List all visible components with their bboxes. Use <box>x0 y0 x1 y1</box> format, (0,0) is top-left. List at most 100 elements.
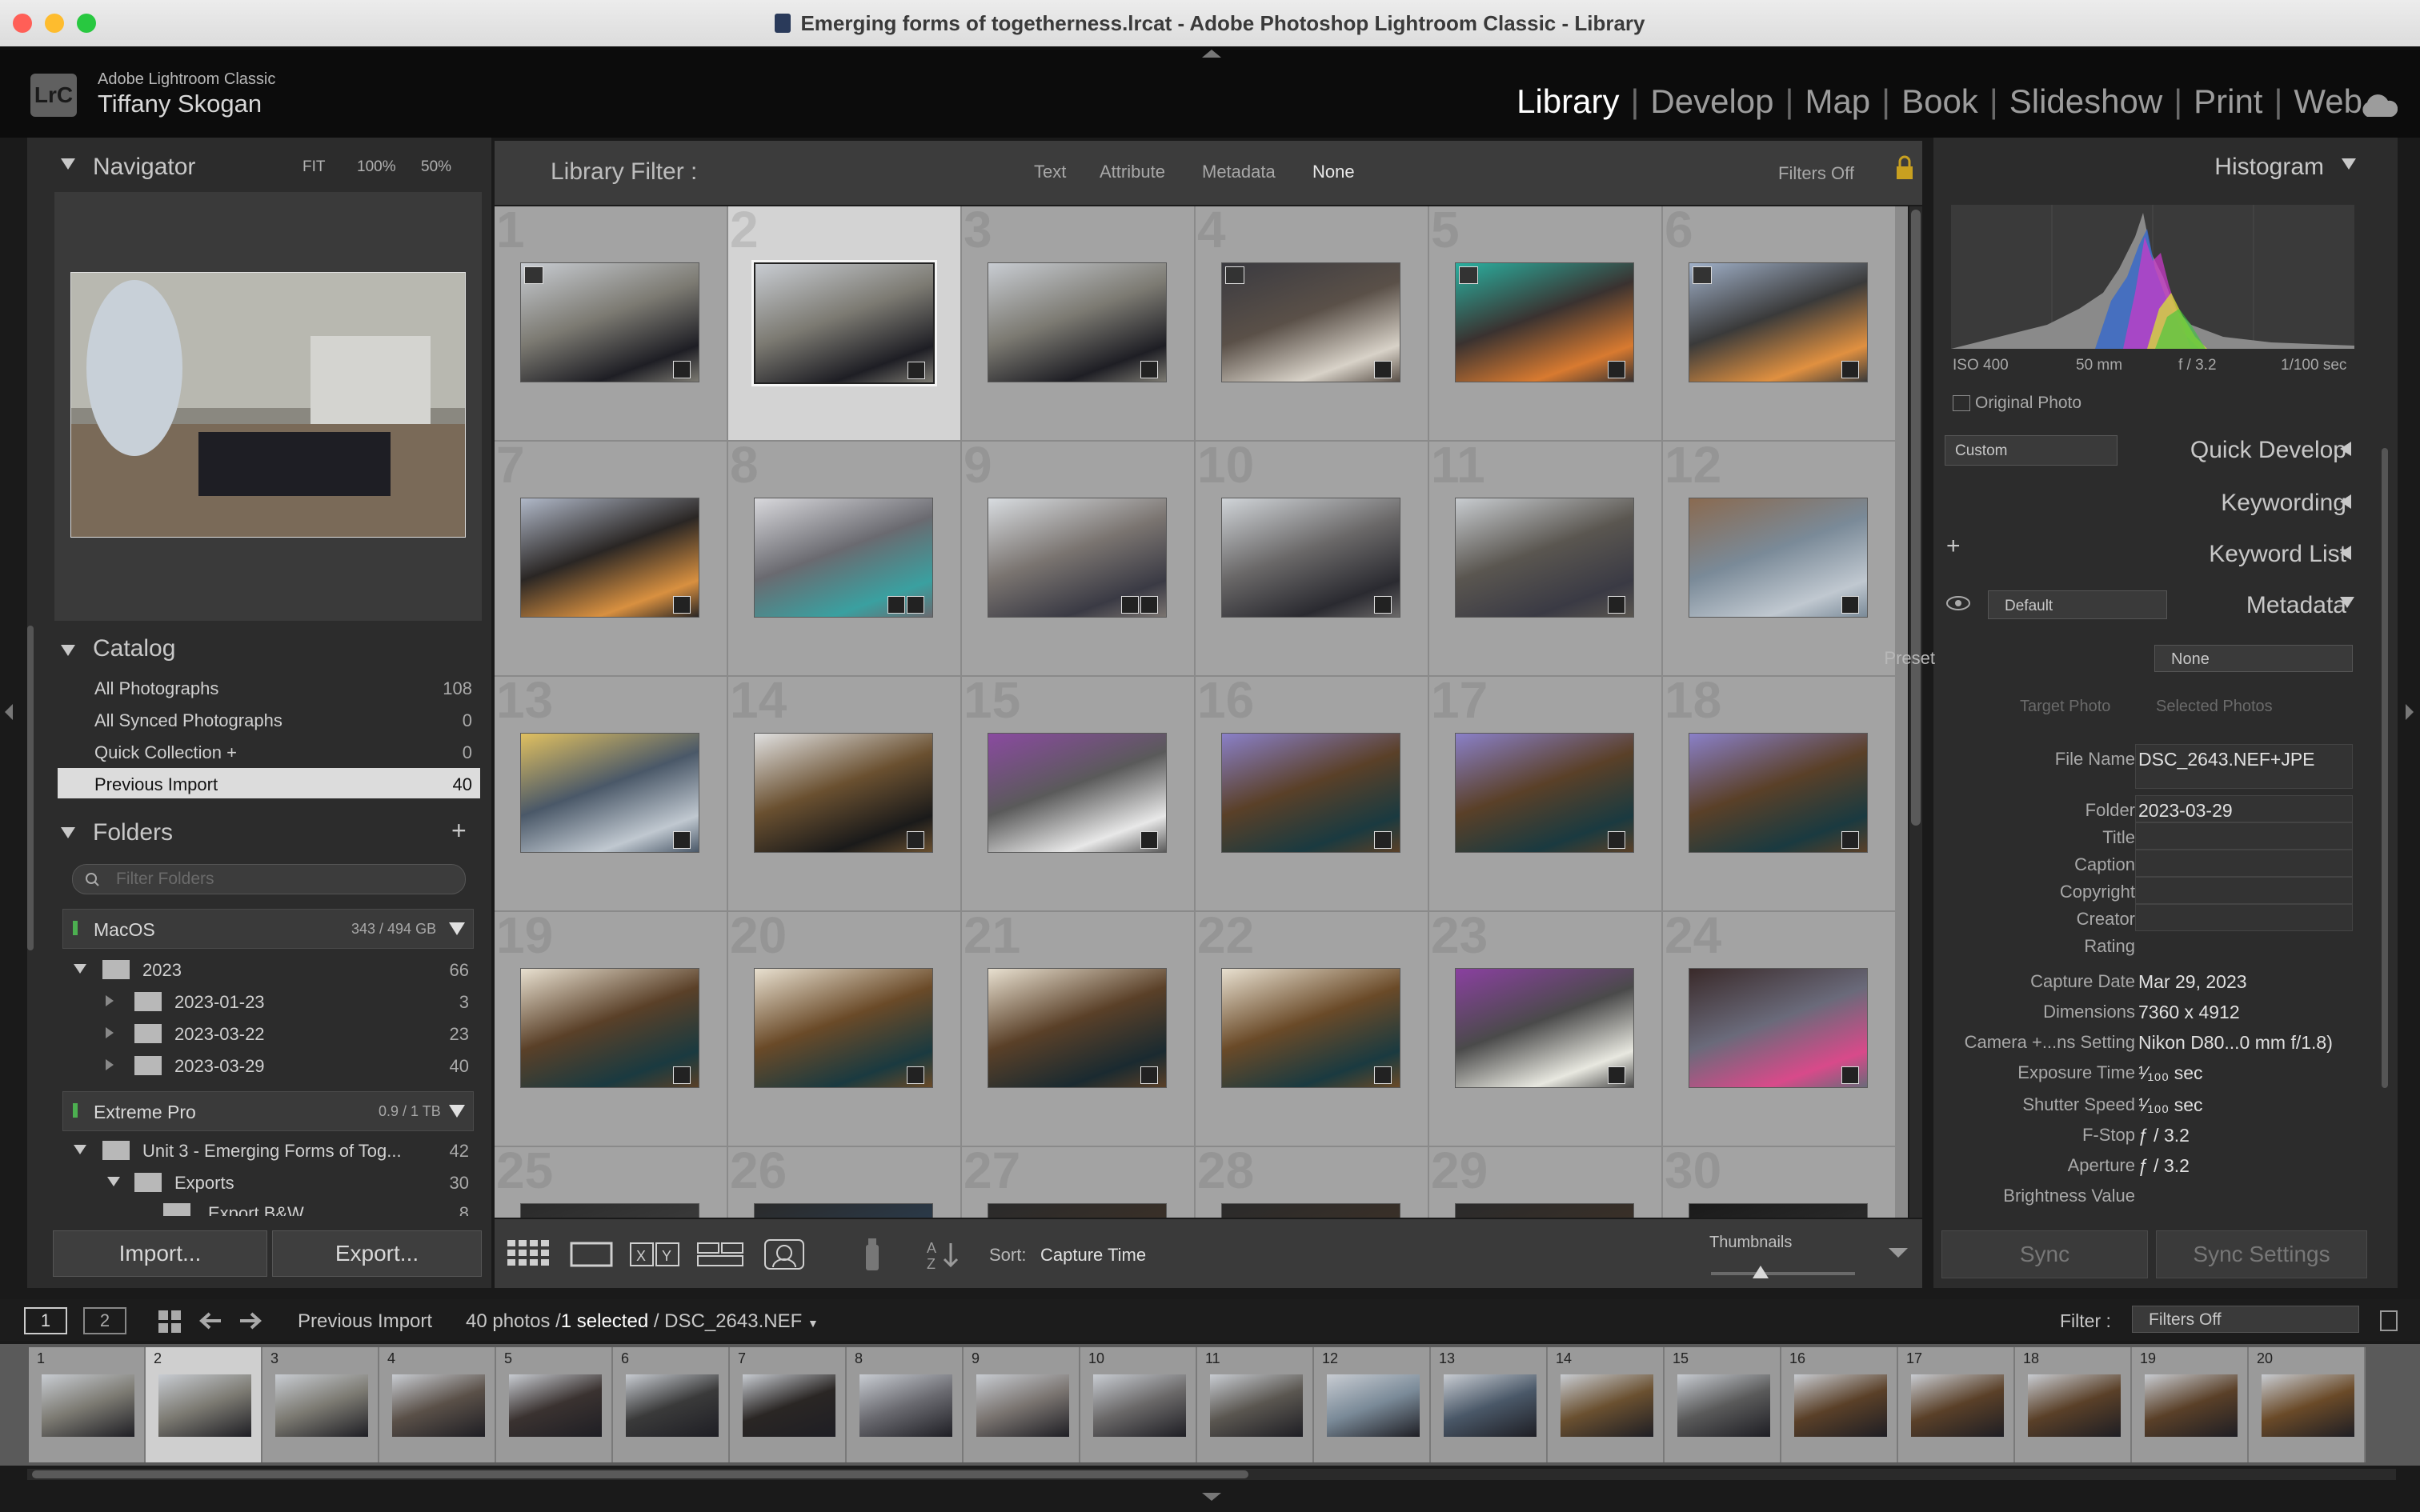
grid-cell[interactable]: 25 <box>495 1147 728 1218</box>
folder-collapsed-icon[interactable] <box>106 1027 114 1038</box>
catalog-item-quick-collection[interactable]: Quick Collection + 0 <box>58 736 480 766</box>
grid-cell[interactable]: 12 <box>1663 442 1897 677</box>
filmstrip-cell[interactable]: 5 <box>496 1347 613 1462</box>
photo-thumbnail[interactable] <box>988 968 1167 1088</box>
filmstrip-cell[interactable]: 20 <box>2249 1347 2366 1462</box>
photo-thumbnail[interactable] <box>1455 262 1634 382</box>
develop-adjustments-badge-icon[interactable] <box>1374 361 1392 378</box>
people-view-icon[interactable] <box>762 1237 807 1272</box>
folder-row-export-bw[interactable]: Export B&W 8 <box>58 1198 480 1216</box>
grid-cell[interactable]: 26 <box>728 1147 962 1218</box>
grid-cell[interactable]: 24 <box>1663 912 1897 1147</box>
zoom-50[interactable]: 50% <box>421 158 451 176</box>
module-web[interactable]: Web <box>2294 82 2362 121</box>
filmstrip-thumbnail[interactable] <box>2262 1374 2354 1437</box>
forward-arrow-icon[interactable] <box>237 1309 262 1333</box>
grid-cell[interactable]: 11 <box>1429 442 1663 677</box>
filmstrip-status[interactable]: 40 photos /1 selected / DSC_2643.NEF ▼ <box>466 1310 819 1333</box>
filmstrip-thumbnail[interactable] <box>158 1374 251 1437</box>
target-photo-toggle[interactable]: Target Photo <box>2020 698 2110 716</box>
catalog-item-previous-import[interactable]: Previous Import 40 <box>58 768 480 798</box>
histogram-header[interactable]: Histogram <box>1937 142 2369 184</box>
develop-adjustments-badge-icon[interactable] <box>1841 596 1859 614</box>
metadata-title[interactable]: Metadata <box>2246 592 2346 619</box>
folder-row-unit3[interactable]: Unit 3 - Emerging Forms of Tog... 42 <box>58 1134 480 1166</box>
photo-thumbnail[interactable] <box>520 498 699 618</box>
volume-expand-icon[interactable] <box>449 922 465 935</box>
collapse-top-panel-arrow-icon[interactable] <box>1202 50 1221 58</box>
grid-cell[interactable]: 21 <box>962 912 1196 1147</box>
grid-cell[interactable]: 5 <box>1429 206 1663 442</box>
filmstrip-thumbnail[interactable] <box>1911 1374 2004 1437</box>
folders-header[interactable]: Folders + <box>35 813 483 854</box>
module-library[interactable]: Library <box>1517 82 1619 121</box>
original-photo-checkbox[interactable] <box>1953 395 1970 411</box>
crop-badge-icon[interactable] <box>887 596 905 614</box>
filmstrip-cell[interactable]: 13 <box>1431 1347 1548 1462</box>
export-button[interactable]: Export... <box>272 1230 482 1277</box>
back-arrow-icon[interactable] <box>198 1309 224 1333</box>
filmstrip-cell[interactable]: 18 <box>2015 1347 2132 1462</box>
primary-display-button[interactable]: 1 <box>24 1307 67 1334</box>
photo-thumbnail[interactable] <box>1221 262 1400 382</box>
filmstrip-thumbnail[interactable] <box>1327 1374 1420 1437</box>
develop-adjustments-badge-icon[interactable] <box>907 1066 924 1084</box>
toolbar-options-chevron-down-icon[interactable] <box>1889 1248 1908 1258</box>
photo-thumbnail[interactable] <box>751 260 937 386</box>
photo-thumbnail[interactable] <box>1689 498 1868 618</box>
photo-thumbnail[interactable] <box>1689 733 1868 853</box>
photo-thumbnail[interactable] <box>1689 1203 1868 1218</box>
photo-thumbnail[interactable] <box>754 968 933 1088</box>
metadata-field-box[interactable] <box>2135 877 2353 904</box>
filmstrip-thumbnail[interactable] <box>743 1374 835 1437</box>
grid-cell[interactable]: 6 <box>1663 206 1897 442</box>
develop-adjustments-badge-icon[interactable] <box>1374 1066 1392 1084</box>
filmstrip-cell[interactable]: 12 <box>1314 1347 1431 1462</box>
photo-thumbnail[interactable] <box>1455 1203 1634 1218</box>
metadata-preset-select[interactable]: Default <box>1988 590 2167 619</box>
folder-expand-icon[interactable] <box>74 964 86 974</box>
folder-row-2023-03-22[interactable]: 2023-03-22 23 <box>58 1018 480 1050</box>
metadata-toggle-icon[interactable] <box>2340 597 2354 608</box>
filter-status[interactable]: Filters Off <box>1778 163 1854 184</box>
grid-view-icon[interactable] <box>506 1238 552 1270</box>
photo-thumbnail[interactable] <box>1689 968 1868 1088</box>
sync-button[interactable]: Sync <box>1941 1230 2148 1278</box>
photo-thumbnail[interactable] <box>1221 968 1400 1088</box>
develop-adjustments-badge-icon[interactable] <box>1140 831 1158 849</box>
filmstrip-cell[interactable]: 7 <box>730 1347 847 1462</box>
thumbnail-size-slider[interactable] <box>1711 1272 1855 1275</box>
keywording-toggle-icon[interactable] <box>2340 494 2351 509</box>
develop-adjustments-badge-icon[interactable] <box>908 362 925 379</box>
grid-cell[interactable]: 14 <box>728 677 962 912</box>
filmstrip-thumbnail[interactable] <box>392 1374 485 1437</box>
photo-thumbnail[interactable] <box>520 733 699 853</box>
filmstrip-cell[interactable]: 6 <box>613 1347 730 1462</box>
collapse-left-panel-arrow-icon[interactable] <box>5 704 13 720</box>
develop-adjustments-badge-icon[interactable] <box>907 596 924 614</box>
grid-cell[interactable]: 7 <box>495 442 728 677</box>
filmstrip-thumbnail[interactable] <box>275 1374 368 1437</box>
folder-collapsed-icon[interactable] <box>106 995 114 1006</box>
module-book[interactable]: Book <box>1901 82 1978 121</box>
loupe-view-icon[interactable] <box>568 1240 615 1269</box>
develop-adjustments-badge-icon[interactable] <box>1140 361 1158 378</box>
folder-row-2023-01-23[interactable]: 2023-01-23 3 <box>58 986 480 1018</box>
photo-thumbnail[interactable] <box>754 1203 933 1218</box>
develop-adjustments-badge-icon[interactable] <box>673 361 691 378</box>
photo-thumbnail[interactable] <box>1221 1203 1400 1218</box>
grid-cell[interactable]: 20 <box>728 912 962 1147</box>
grid-cell[interactable]: 3 <box>962 206 1196 442</box>
filmstrip-filter-select[interactable]: Filters Off <box>2132 1306 2359 1333</box>
filmstrip-cell[interactable]: 19 <box>2132 1347 2249 1462</box>
develop-adjustments-badge-icon[interactable] <box>1608 831 1625 849</box>
filmstrip-thumbnail[interactable] <box>1444 1374 1537 1437</box>
quick-develop-title[interactable]: Quick Develop <box>2190 437 2346 464</box>
metadata-field-box[interactable] <box>2135 904 2353 931</box>
develop-adjustments-badge-icon[interactable] <box>1374 596 1392 614</box>
navigator-header[interactable]: Navigator FIT 100% 50% <box>35 142 483 184</box>
filmstrip-thumbnail[interactable] <box>2028 1374 2121 1437</box>
photo-thumbnail[interactable] <box>1455 733 1634 853</box>
filmstrip-cell[interactable]: 1 <box>29 1347 146 1462</box>
compare-view-icon[interactable]: XY <box>629 1240 680 1269</box>
